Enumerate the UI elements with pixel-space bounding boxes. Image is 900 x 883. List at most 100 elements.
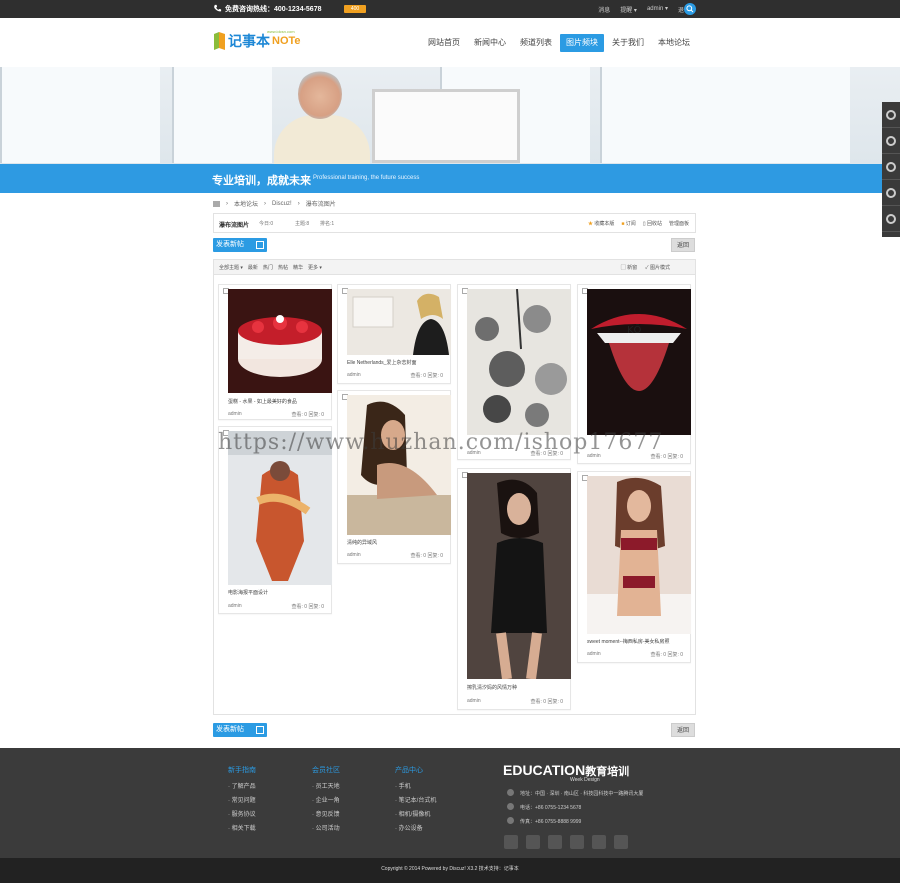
- edit-icon: [256, 241, 264, 249]
- nav-about[interactable]: 关于我们: [606, 34, 650, 52]
- filter-hot-posts[interactable]: 热帖: [278, 264, 288, 271]
- post-card[interactable]: 蛋糕 - 水果 - 如上最美好的食品 admin 查看: 0 回复: 0: [218, 284, 332, 420]
- footer-col-community: 会员社区 · 员工天地 · 企业一角 · 意见反馈 · 公司活动: [312, 767, 340, 832]
- post-thumbnail[interactable]: [347, 395, 451, 535]
- fax-icon: [507, 817, 514, 824]
- post-thumbnail[interactable]: KŌ: [587, 289, 691, 435]
- hero-banner: 专业培训，成就未来 Professional training, the fut…: [0, 67, 900, 193]
- qq-icon[interactable]: [592, 835, 606, 849]
- presenter-figure: [274, 115, 370, 165]
- forum-actions: ★ 收藏本版 ■ 订阅 ▯ 回收站 管理面板: [588, 220, 689, 227]
- home-icon[interactable]: [213, 200, 220, 207]
- post-thumbnail[interactable]: [347, 289, 451, 355]
- post-thumbnail[interactable]: [467, 473, 571, 679]
- window-panel: [600, 67, 850, 163]
- favorite-forum-link[interactable]: ★ 收藏本版: [588, 220, 614, 227]
- nav-images[interactable]: 图片频块: [560, 34, 604, 52]
- whiteboard-graphic: [372, 89, 520, 163]
- filter-hot[interactable]: 热门: [263, 264, 273, 271]
- weibo-icon[interactable]: [570, 835, 584, 849]
- hotline-badge: 400: [344, 5, 366, 13]
- post-thumbnail[interactable]: [587, 476, 691, 634]
- banner-subtitle: Professional training, the future succes…: [313, 175, 420, 181]
- qzone-icon[interactable]: [526, 835, 540, 849]
- star-icon: ★: [587, 221, 593, 227]
- post-card[interactable]: 擦乳清汐妈的风情万种 admin 查看: 0 回复: 0: [457, 468, 571, 710]
- filter-all[interactable]: 全部主题 ▾: [219, 264, 243, 271]
- forum-header: 瀑布流图片 今日:0 主题:8 排名:1 ★ 收藏本版 ■ 订阅 ▯ 回收站 管…: [213, 213, 696, 233]
- filter-bar: 全部主题 ▾ 最新 热门 热帖 精华 更多 ▾ ▢ 新窗 ✓ 图片模式: [213, 259, 696, 275]
- renren-icon[interactable]: [614, 835, 628, 849]
- nav-forum[interactable]: 本地论坛: [652, 34, 696, 52]
- post-card[interactable]: Elle Netherlands_爱上杂志封面 admin 查看: 0 回复: 0: [337, 284, 451, 384]
- footer: 新手指南 · 了解产品 · 常见问题 · 服务协议 · 相关下载 会员社区 · …: [0, 748, 900, 858]
- nav-home[interactable]: 网站首页: [422, 34, 466, 52]
- user-menu-link[interactable]: admin ▾: [647, 5, 668, 14]
- footer-col-guide: 新手指南 · 了解产品 · 常见问题 · 服务协议 · 相关下载: [228, 767, 256, 832]
- floating-sidebar: [882, 102, 900, 237]
- window-panel: [172, 67, 272, 163]
- search-icon[interactable]: [684, 3, 696, 15]
- social-icons: [504, 835, 628, 849]
- star-icon[interactable]: [548, 835, 562, 849]
- location-icon: [507, 789, 514, 796]
- window-panel: [0, 67, 160, 163]
- new-post-button-bottom[interactable]: 发表新帖: [213, 723, 267, 737]
- new-window-toggle[interactable]: ▢ 新窗: [621, 264, 637, 271]
- location-icon[interactable]: [882, 128, 900, 154]
- broadcast-icon[interactable]: [882, 102, 900, 128]
- wechat-icon[interactable]: [504, 835, 518, 849]
- back-to-top-icon[interactable]: [882, 206, 900, 232]
- breadcrumb-current: 瀑布流图片: [305, 202, 336, 208]
- manage-panel-link[interactable]: 管理面板: [669, 220, 689, 227]
- breadcrumb-item[interactable]: Discuz!: [272, 201, 292, 207]
- forum-name: 瀑布流图片: [219, 223, 250, 229]
- address-line: 地址：中国 · 深圳 · 南山区 · 科技园科技中一路腾讯大厦: [507, 789, 643, 797]
- forum-today: 今日:0: [259, 221, 274, 227]
- trash-icon: ▯: [642, 221, 646, 227]
- hotline: 免费咨询热线：400-1234-5678: [213, 4, 322, 14]
- phone-icon: [214, 4, 222, 12]
- presenter-head: [298, 69, 342, 119]
- qq-icon[interactable]: [882, 154, 900, 180]
- breadcrumb: › 本地论坛 › Discuz! › 瀑布流图片: [213, 199, 336, 208]
- post-author[interactable]: admin: [228, 411, 242, 417]
- nav-news[interactable]: 新闻中心: [468, 34, 512, 52]
- nav-channels[interactable]: 频道列表: [514, 34, 558, 52]
- filter-more[interactable]: 更多 ▾: [308, 264, 322, 271]
- banner-title: 专业培训，成就未来: [212, 175, 311, 187]
- subscribe-link[interactable]: ■ 订阅: [621, 220, 635, 227]
- book-logo-icon: [214, 32, 225, 50]
- post-card[interactable]: sweet moment--梅西私房-美女私房照 admin 查看: 0 回复: …: [577, 471, 691, 663]
- site-logo[interactable]: 记事本 NOTe www.idcsn.com: [213, 29, 301, 52]
- svg-text:KŌ: KŌ: [627, 323, 642, 336]
- recycle-link[interactable]: ▯ 回收站: [643, 220, 662, 227]
- new-post-button[interactable]: 发表新帖: [213, 238, 267, 252]
- post-thumbnail[interactable]: [467, 289, 571, 435]
- messages-link[interactable]: 消息: [598, 5, 610, 14]
- user-links: 消息 提醒 ▾ admin ▾ 退出: [598, 5, 690, 14]
- phone-icon: [507, 803, 514, 810]
- forum-topics: 主题:8: [295, 221, 310, 227]
- main-nav: 网站首页 新闻中心 频道列表 图片频块 关于我们 本地论坛: [422, 34, 698, 52]
- image-mode-toggle[interactable]: ✓ 图片模式: [645, 264, 670, 271]
- filter-latest[interactable]: 最新: [248, 264, 258, 271]
- phone-line: 电话：+86 0755-1234 5678: [507, 803, 643, 811]
- copyright: Copyright © 2014 Powered by Discuz! X3.2…: [0, 858, 900, 883]
- top-bar: 免费咨询热线：400-1234-5678 400 消息 提醒 ▾ admin ▾…: [0, 0, 900, 18]
- watermark-text: https://www.huzhan.com/ishop17677: [218, 430, 664, 455]
- breadcrumb-item[interactable]: 本地论坛: [234, 199, 258, 208]
- post-thumbnail[interactable]: [228, 289, 332, 393]
- weibo-icon[interactable]: [882, 180, 900, 206]
- back-button-bottom[interactable]: 返回: [671, 723, 695, 737]
- fax-line: 传真：+86 0755-8888 9999: [507, 817, 643, 825]
- footer-brand: EDUCATION教育培训 Week Design: [503, 762, 630, 783]
- banner-strip: 专业培训，成就未来 Professional training, the fut…: [0, 164, 900, 193]
- edit-icon: [256, 726, 264, 734]
- footer-col-products: 产品中心 · 手机 · 笔记本/台式机 · 相机/摄像机 · 办公设备: [395, 767, 437, 832]
- filter-digest[interactable]: 精华: [293, 264, 303, 271]
- back-button[interactable]: 返回: [671, 238, 695, 252]
- forum-rank: 排名:1: [320, 221, 335, 227]
- post-card[interactable]: 清纯的异域风 admin 查看: 0 回复: 0: [337, 390, 451, 564]
- reminders-link[interactable]: 提醒 ▾: [620, 5, 637, 14]
